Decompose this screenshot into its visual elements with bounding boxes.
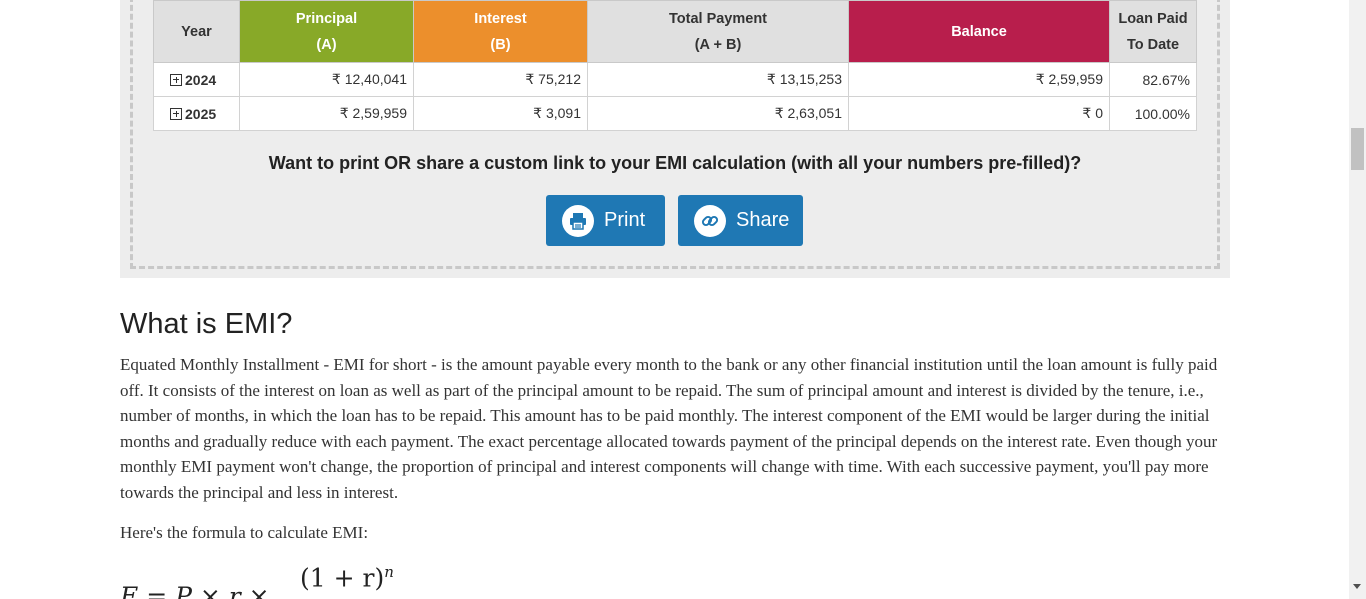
formula-numerator: (1 + r)n — [300, 563, 394, 593]
formula-lhs: E = P × r × — [120, 582, 270, 599]
cell-principal: ₹ 2,59,959 — [239, 96, 414, 131]
table-header-row: Year Principal (A) Interest (B) Total Paym… — [153, 0, 1197, 63]
article-title: What is EMI? — [120, 308, 293, 340]
share-button-label: Share — [736, 209, 790, 231]
header-loan-paid: Loan Paid To Date — [1109, 0, 1197, 63]
cell-balance: ₹ 0 — [848, 96, 1110, 131]
plus-square-icon[interactable] — [170, 73, 182, 86]
link-icon — [694, 204, 726, 237]
page-scrollbar[interactable] — [1349, 0, 1366, 599]
cell-loan-paid: 100.00% — [1109, 96, 1197, 131]
print-button[interactable]: Print — [546, 195, 665, 246]
cell-total-payment: ₹ 2,63,051 — [587, 96, 849, 131]
scrollbar-thumb[interactable] — [1351, 128, 1364, 170]
cell-interest: ₹ 75,212 — [413, 62, 588, 97]
share-button[interactable]: Share — [678, 195, 803, 246]
payment-schedule-table: Year Principal (A) Interest (B) Total Paym… — [153, 0, 1197, 131]
cell-interest: ₹ 3,091 — [413, 96, 588, 131]
table-row: 2025 ₹ 2,59,959 ₹ 3,091 ₹ 2,63,051 ₹ 0 1… — [153, 96, 1197, 131]
article-body: Equated Monthly Installment - EMI for sh… — [120, 355, 1218, 502]
header-principal: Principal (A) — [239, 0, 414, 63]
header-balance: Balance — [848, 0, 1110, 63]
year-toggle[interactable]: 2024 — [153, 62, 240, 97]
header-interest: Interest (B) — [413, 0, 588, 63]
header-total-payment: Total Payment (A + B) — [587, 0, 849, 63]
print-button-label: Print — [604, 209, 646, 231]
table-row: 2024 ₹ 12,40,041 ₹ 75,212 ₹ 13,15,253 ₹ … — [153, 62, 1197, 97]
year-toggle[interactable]: 2025 — [153, 96, 240, 131]
share-prompt: Want to print OR share a custom link to … — [268, 153, 1082, 173]
plus-square-icon[interactable] — [170, 107, 182, 120]
scroll-down-arrow-icon[interactable] — [1353, 584, 1361, 589]
cell-total-payment: ₹ 13,15,253 — [587, 62, 849, 97]
cell-balance: ₹ 2,59,959 — [848, 62, 1110, 97]
cell-loan-paid: 82.67% — [1109, 62, 1197, 97]
header-year: Year — [153, 0, 240, 63]
cell-principal: ₹ 12,40,041 — [239, 62, 414, 97]
formula-intro: Here's the formula to calculate EMI: — [120, 523, 369, 542]
printer-icon — [562, 204, 594, 237]
